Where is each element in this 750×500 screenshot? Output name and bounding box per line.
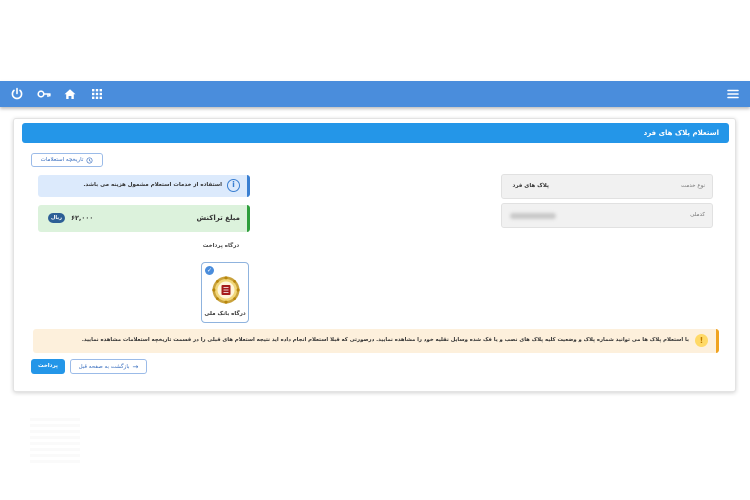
gateway-option-label: درگاه بانک ملی — [204, 311, 246, 317]
faded-background-element — [30, 418, 80, 466]
cost-info-text: استفاده از خدمات استعلام مشمول هزینه می … — [83, 182, 222, 188]
power-icon[interactable] — [9, 86, 25, 102]
cost-info-alert: i استفاده از خدمات استعلام مشمول هزینه م… — [38, 175, 250, 197]
history-button-label: تاریخچه استعلامات — [40, 157, 84, 163]
national-code-label: کدملی — [690, 212, 705, 218]
grid-icon[interactable] — [89, 86, 105, 102]
pay-button[interactable]: پرداخت — [31, 359, 65, 374]
back-button-label: بازگشت به صفحه قبل — [78, 363, 130, 370]
service-type-value: پلاک های فرد — [512, 183, 549, 189]
bank-melli-logo — [212, 276, 240, 304]
service-type-label: نوع خدمت — [680, 183, 705, 189]
history-button[interactable]: تاریخچه استعلامات — [31, 153, 103, 167]
transaction-amount-value: ۶۲,۰۰۰ — [71, 214, 94, 222]
service-type-field: نوع خدمت پلاک های فرد — [501, 174, 713, 199]
card-title: استعلام پلاک های فرد — [22, 123, 729, 143]
key-icon[interactable] — [36, 86, 52, 102]
inquiry-card: استعلام پلاک های فرد تاریخچه استعلامات ن… — [13, 118, 736, 392]
transaction-amount-label: مبلغ تراکنش — [196, 214, 240, 222]
gateway-option-bank-melli[interactable]: ✓ درگاه بانک ملی — [201, 262, 249, 323]
top-navbar — [0, 81, 750, 107]
national-code-value-redacted — [510, 213, 556, 219]
transaction-amount-box: مبلغ تراکنش ۶۲,۰۰۰ ریال — [38, 205, 250, 232]
warning-icon: ! — [695, 334, 708, 347]
plate-inquiry-warning: ! با استعلام پلاک ها می توانید شماره پلا… — [33, 329, 719, 353]
national-code-field: کدملی — [501, 203, 713, 228]
payment-gateway-title: درگاه پرداخت — [202, 243, 240, 249]
back-button[interactable]: → بازگشت به صفحه قبل — [70, 359, 147, 374]
history-icon — [86, 157, 93, 163]
menu-icon[interactable] — [725, 86, 741, 102]
currency-badge: ریال — [48, 213, 65, 223]
info-icon: i — [227, 179, 240, 192]
warning-text: با استعلام پلاک ها می توانید شماره پلاک … — [81, 337, 689, 343]
arrow-right-icon: → — [132, 362, 139, 371]
home-icon[interactable] — [62, 86, 78, 102]
